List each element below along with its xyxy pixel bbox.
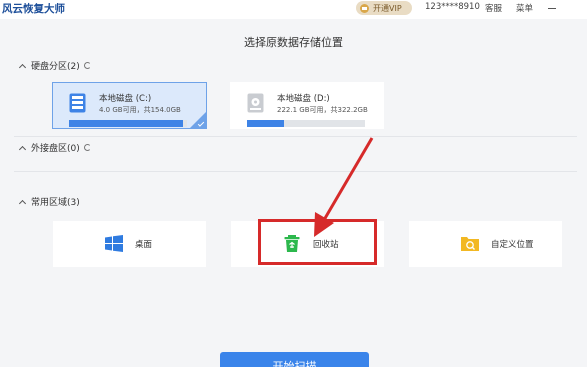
disk-usage-bar: [247, 120, 365, 127]
disk-card-c[interactable]: 本地磁盘 (C:) 4.0 GB可用，共154.0GB: [52, 82, 207, 129]
minimize-icon[interactable]: [548, 8, 556, 9]
location-label: 自定义位置: [491, 240, 534, 250]
section-header-disks[interactable]: 硬盘分区(2): [18, 59, 91, 72]
main-panel: 选择原数据存储位置 硬盘分区(2) 本地磁盘 (C:) 4.0 GB可用，共15…: [0, 19, 587, 367]
disk-usage-bar: [69, 120, 187, 127]
refresh-icon[interactable]: [83, 62, 91, 69]
user-account[interactable]: 123****8910: [425, 2, 480, 12]
location-label: 桌面: [135, 240, 153, 250]
divider: [14, 171, 577, 172]
section-label-disks: 硬盘分区(2): [31, 62, 80, 72]
disk-usage-fill: [69, 120, 184, 127]
hard-drive-icon: [69, 93, 86, 113]
vip-label: 开通VIP: [373, 3, 402, 13]
disk-name: 本地磁盘 (C:): [99, 94, 152, 104]
windows-icon: [105, 235, 123, 252]
hard-drive-icon: [247, 93, 264, 113]
location-custom[interactable]: 自定义位置: [409, 221, 562, 267]
disk-card-d[interactable]: 本地磁盘 (D:) 222.1 GB可用，共322.2GB: [230, 82, 384, 129]
disk-size: 222.1 GB可用，共322.2GB: [277, 106, 368, 114]
location-desktop[interactable]: 桌面: [53, 221, 206, 267]
chevron-up-icon: [18, 145, 27, 153]
app-title: 风云恢复大师: [2, 3, 65, 15]
menu-button[interactable]: 菜单: [516, 2, 533, 14]
section-label-common: 常用区域(3): [31, 198, 80, 208]
customer-service-button[interactable]: 客服: [485, 2, 502, 14]
disk-usage-fill: [247, 120, 284, 127]
section-header-common[interactable]: 常用区域(3): [18, 195, 80, 208]
refresh-icon[interactable]: [83, 144, 91, 151]
chevron-up-icon: [18, 199, 27, 207]
divider: [14, 136, 577, 137]
crown-icon: [360, 3, 369, 13]
section-label-external: 外接盘区(0): [31, 144, 80, 154]
app-window: 风云恢复大师 开通VIP 123****8910 客服 菜单 选择原数据存储位置…: [0, 0, 587, 367]
disk-size: 4.0 GB可用，共154.0GB: [99, 106, 181, 114]
disk-name: 本地磁盘 (D:): [277, 94, 330, 104]
page-title: 选择原数据存储位置: [244, 36, 343, 49]
folder-search-icon: [461, 237, 479, 251]
annotation-arrow-icon: [314, 137, 374, 237]
start-scan-button[interactable]: 开始扫描: [220, 352, 369, 367]
section-header-external[interactable]: 外接盘区(0): [18, 141, 91, 154]
chevron-up-icon: [18, 63, 27, 71]
title-bar: 风云恢复大师 开通VIP 123****8910 客服 菜单: [0, 0, 587, 19]
vip-button[interactable]: 开通VIP: [356, 1, 412, 15]
